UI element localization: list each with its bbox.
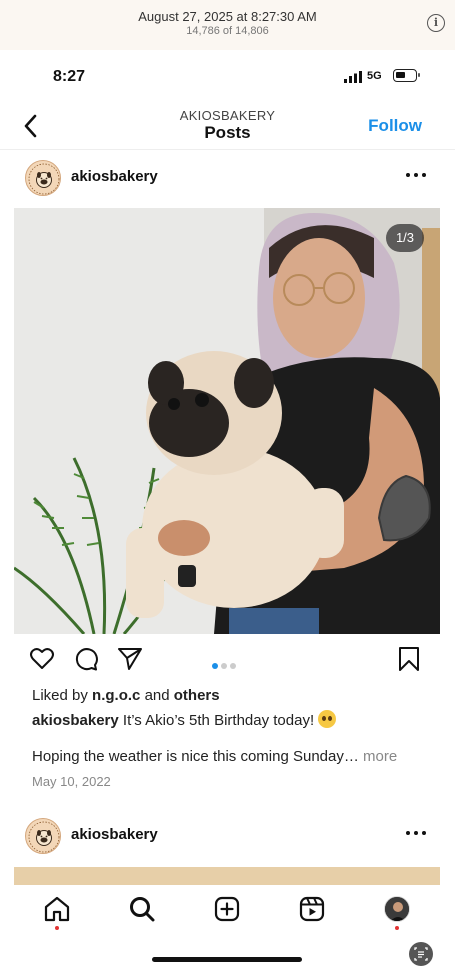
- post-username[interactable]: akiosbakery: [71, 826, 158, 843]
- bakery-logo-icon: [28, 821, 60, 853]
- status-time: 8:27: [53, 68, 86, 85]
- profile-avatar-image: [385, 897, 409, 921]
- pleading-face-emoji-icon: [318, 710, 337, 728]
- likes-prefix: Liked by: [32, 687, 88, 704]
- reels-icon[interactable]: [298, 895, 326, 923]
- signal-icon: [344, 71, 362, 83]
- caption: akiosbakery It’s Akio’s 5th Birthday tod…: [32, 710, 337, 729]
- more-options-icon[interactable]: [404, 823, 428, 843]
- bakery-logo-icon: [28, 163, 60, 195]
- follow-button[interactable]: Follow: [368, 116, 422, 136]
- comment-icon[interactable]: [73, 646, 99, 672]
- carousel-dot: [221, 663, 227, 669]
- caption-more-text: Hoping the weather is nice this coming S…: [32, 748, 359, 765]
- caption-username[interactable]: akiosbakery: [32, 712, 119, 729]
- more-options-icon[interactable]: [404, 165, 428, 185]
- battery-icon: [393, 69, 420, 82]
- photos-header: August 27, 2025 at 8:27:30 AM 14,786 of …: [0, 0, 455, 50]
- home-indicator[interactable]: [152, 957, 302, 962]
- carousel-indicator: [212, 656, 239, 674]
- notification-dot: [395, 926, 399, 930]
- create-icon[interactable]: [213, 895, 241, 923]
- caption-continued: Hoping the weather is nice this coming S…: [32, 748, 397, 765]
- post-header: akiosbakery: [0, 156, 455, 204]
- post-username[interactable]: akiosbakery: [71, 168, 158, 185]
- avatar[interactable]: [25, 818, 61, 854]
- more-link[interactable]: more: [363, 748, 397, 765]
- avatar[interactable]: [25, 160, 61, 196]
- post-photo[interactable]: 1/3: [14, 208, 440, 634]
- likes-and: and: [144, 687, 170, 704]
- post-date: May 10, 2022: [32, 774, 111, 789]
- next-post-header: akiosbakery: [0, 814, 455, 862]
- live-text-icon[interactable]: [409, 942, 433, 966]
- caption-text: It’s Akio’s 5th Birthday today!: [122, 712, 315, 729]
- carousel-dot: [230, 663, 236, 669]
- profile-icon[interactable]: [384, 896, 410, 922]
- network-type: 5G: [367, 70, 382, 82]
- notification-dot: [55, 926, 59, 930]
- bookmark-icon[interactable]: [396, 646, 422, 672]
- carousel-dot: [212, 663, 218, 669]
- likes-line: Liked by n.g.o.c and others: [32, 687, 220, 704]
- post-actions: [0, 646, 455, 676]
- photo-image: [14, 208, 440, 634]
- tab-bar: [0, 885, 455, 970]
- share-icon[interactable]: [117, 646, 143, 672]
- heart-icon[interactable]: [29, 646, 55, 672]
- liked-by-others[interactable]: others: [174, 687, 220, 704]
- photo-date: August 27, 2025 at 8:27:30 AM: [138, 9, 317, 24]
- phone-screen: 8:27 5G AKIOSBAKERY Posts Follow akiosba…: [0, 50, 455, 970]
- liked-by-user[interactable]: n.g.o.c: [92, 687, 140, 704]
- next-post-photo[interactable]: [14, 867, 440, 887]
- search-icon[interactable]: [128, 895, 156, 923]
- home-icon[interactable]: [43, 895, 71, 923]
- text-scan-icon: [414, 947, 428, 961]
- photo-counter: 1/3: [386, 224, 424, 252]
- status-bar: 8:27 5G: [0, 50, 455, 102]
- nav-bar: AKIOSBAKERY Posts Follow: [0, 102, 455, 150]
- info-icon[interactable]: i: [427, 14, 445, 32]
- photo-count: 14,786 of 14,806: [186, 25, 269, 37]
